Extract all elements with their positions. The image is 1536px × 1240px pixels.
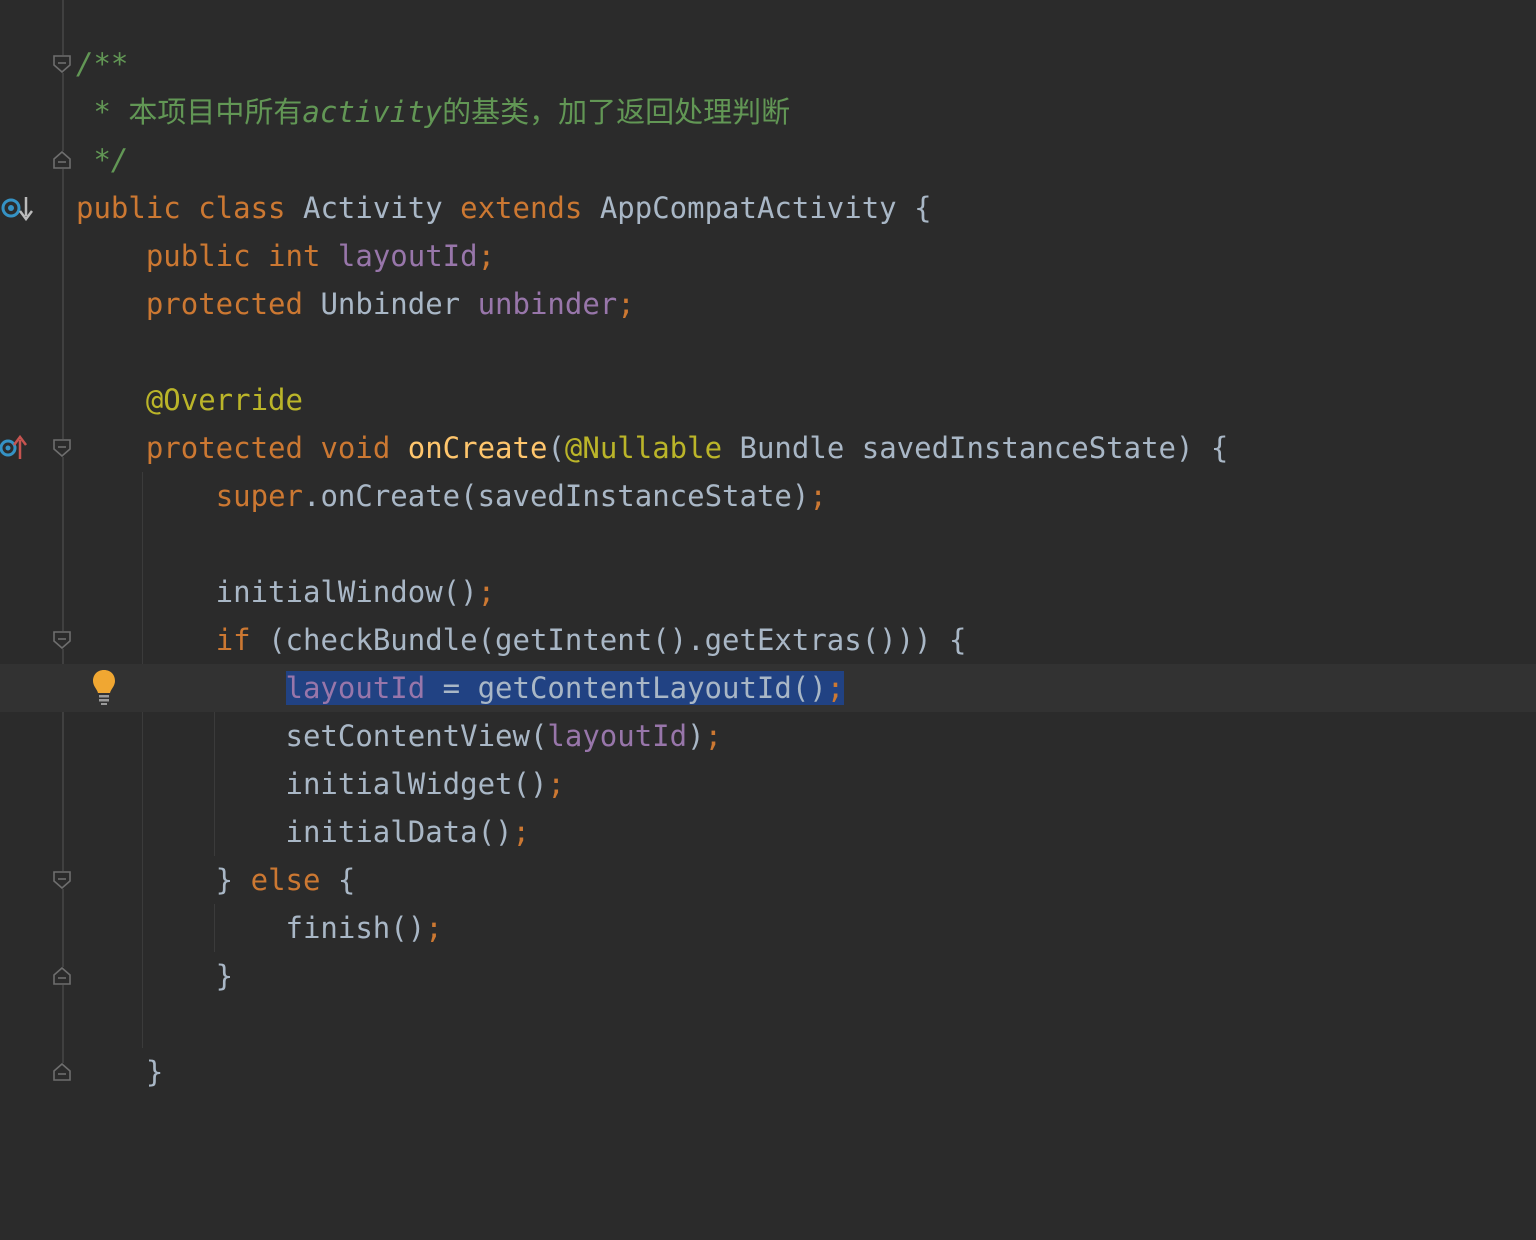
line-text: finish(); <box>76 911 443 945</box>
code-editor[interactable]: /** * 本项目中所有activity的基类，加了返回处理判断 */ publ… <box>0 40 1536 1096</box>
fold-collapse-icon[interactable] <box>53 631 71 649</box>
code-line: initialWindow(); <box>0 568 1536 616</box>
fold-collapse-icon[interactable] <box>53 439 71 457</box>
line-text: } <box>76 959 234 993</box>
fold-collapse-icon[interactable] <box>53 55 71 73</box>
code-line: } <box>0 1048 1536 1096</box>
code-line: } <box>0 952 1536 1000</box>
fold-end-icon[interactable] <box>53 1063 71 1081</box>
code-line: initialData(); <box>0 808 1536 856</box>
code-line: @Override <box>0 376 1536 424</box>
line-text: public class Activity extends AppCompatA… <box>76 191 932 225</box>
code-line: super.onCreate(savedInstanceState); <box>0 472 1536 520</box>
code-line: */ <box>0 136 1536 184</box>
code-line: setContentView(layoutId); <box>0 712 1536 760</box>
line-text: /** <box>76 47 129 81</box>
code-line: * 本项目中所有activity的基类，加了返回处理判断 <box>0 88 1536 136</box>
code-line: protected void onCreate(@Nullable Bundle… <box>0 424 1536 472</box>
line-text: super.onCreate(savedInstanceState); <box>215 479 827 513</box>
code-line: protected Unbinder unbinder; <box>0 280 1536 328</box>
line-text: initialData(); <box>76 815 530 849</box>
line-text: layoutId = getContentLayoutId(); <box>76 664 845 712</box>
fold-end-icon[interactable] <box>53 151 71 169</box>
line-text: initialWidget(); <box>76 767 565 801</box>
line-text: if (checkBundle(getIntent().getExtras())… <box>215 623 967 657</box>
line-text: } <box>76 1055 164 1089</box>
line-text: protected void onCreate(@Nullable Bundle… <box>145 431 1229 465</box>
text-selection[interactable]: layoutId = getContentLayoutId(); <box>285 671 845 705</box>
current-line: layoutId = getContentLayoutId(); <box>0 664 1536 712</box>
code-line: public int layoutId; <box>0 232 1536 280</box>
code-line: } else { <box>0 856 1536 904</box>
line-text: protected Unbinder unbinder; <box>145 287 635 321</box>
line-text: @Override <box>145 383 303 417</box>
code-line: if (checkBundle(getIntent().getExtras())… <box>0 616 1536 664</box>
line-text: public int layoutId; <box>145 239 496 273</box>
line-text: } else { <box>76 863 356 897</box>
fold-end-icon[interactable] <box>53 967 71 985</box>
fold-collapse-icon[interactable] <box>53 871 71 889</box>
code-line: finish(); <box>0 904 1536 952</box>
line-text: initialWindow(); <box>76 575 496 609</box>
code-line: public class Activity extends AppCompatA… <box>0 184 1536 232</box>
implemented-down-icon[interactable] <box>0 194 34 222</box>
line-text: setContentView(layoutId); <box>76 719 723 753</box>
code-line: /** <box>0 40 1536 88</box>
override-up-icon[interactable] <box>0 434 34 462</box>
line-text: * 本项目中所有activity的基类，加了返回处理判断 <box>76 95 791 129</box>
line-text: */ <box>76 143 129 177</box>
code-line: initialWidget(); <box>0 760 1536 808</box>
